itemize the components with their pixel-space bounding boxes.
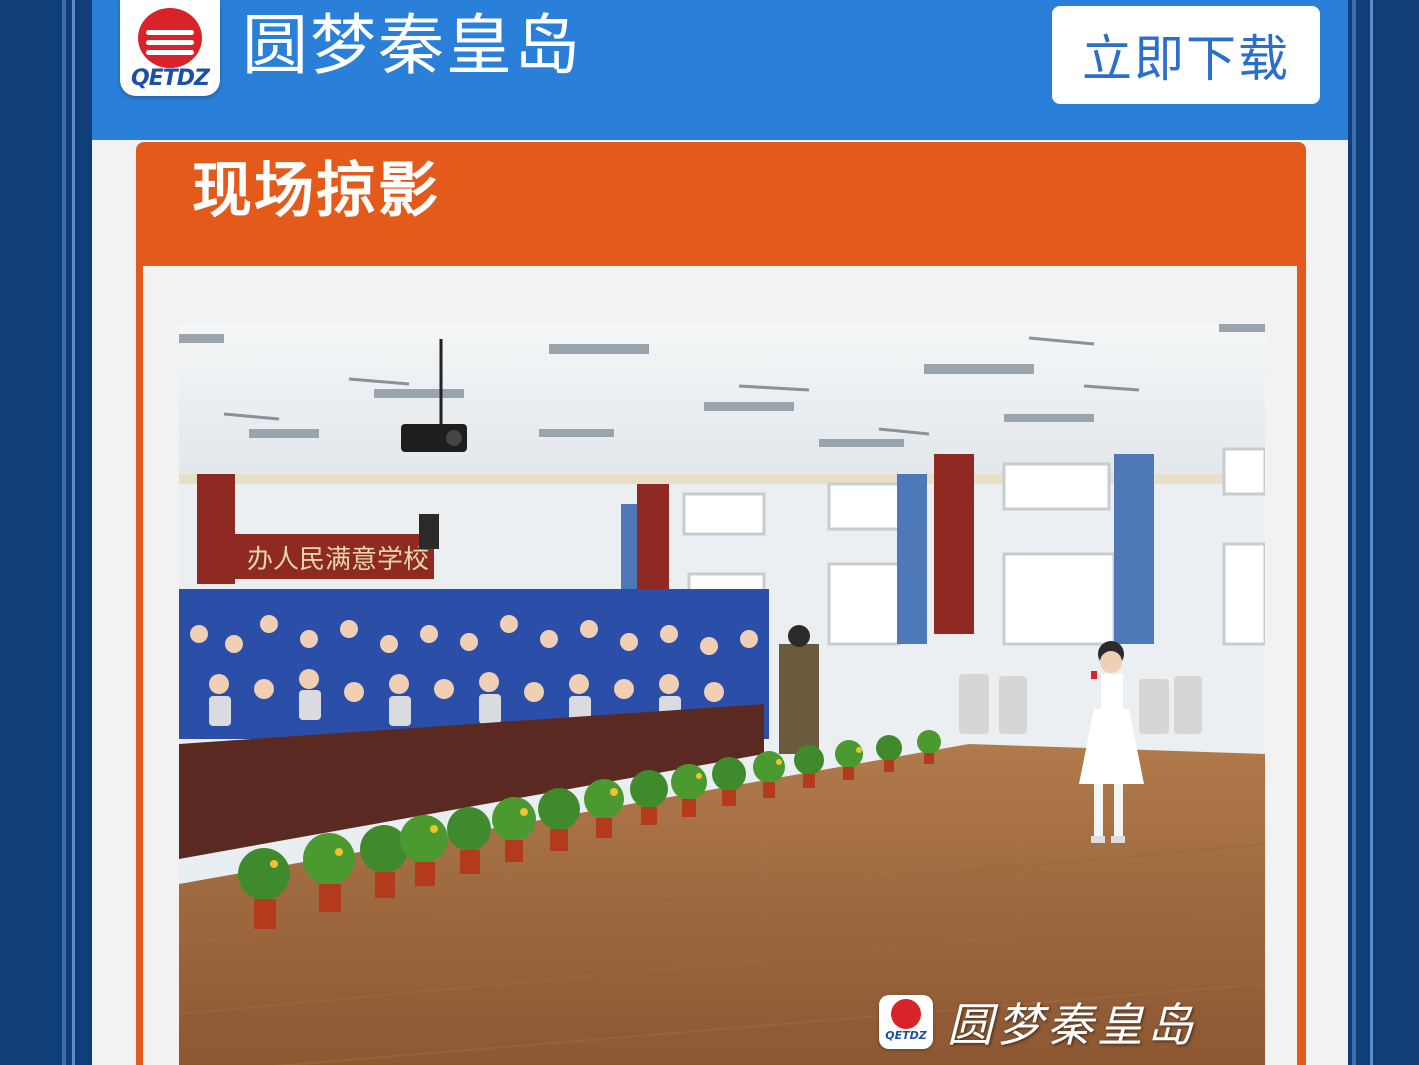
photo-section: 现场掠影 办人民满意学校 QETDZ 圆梦秦皇岛 — [136, 142, 1306, 1065]
watermark-logo-icon: QETDZ — [879, 995, 933, 1049]
watermark-text: 圆梦秦皇岛 — [947, 998, 1197, 1052]
logo-text: QETDZ — [131, 66, 210, 91]
app-header: QETDZ 圆梦秦皇岛 立即下载 — [92, 0, 1348, 140]
section-title: 现场掠影 — [192, 156, 440, 226]
logo-wave-icon — [138, 8, 202, 68]
photo-watermark: QETDZ 圆梦秦皇岛 — [879, 992, 1197, 1052]
section-body: 办人民满意学校 QETDZ 圆梦秦皇岛 — [143, 266, 1297, 1065]
frame-edge-right — [1352, 0, 1356, 1065]
watermark-logo-text: QETDZ — [885, 1029, 927, 1042]
frame-edge-left — [62, 0, 66, 1065]
wall-banner-text: 办人民满意学校 — [247, 545, 429, 575]
frame-edge-left-inner — [72, 0, 75, 1065]
app-frame: QETDZ 圆梦秦皇岛 立即下载 现场掠影 办人民满意学校 QETDZ 圆梦秦皇… — [92, 0, 1348, 1065]
frame-edge-right-inner — [1370, 0, 1373, 1065]
event-photo-illustration: 办人民满意学校 — [179, 324, 1265, 1065]
download-button[interactable]: 立即下载 — [1052, 6, 1320, 104]
app-logo[interactable]: QETDZ — [120, 0, 220, 96]
event-photo[interactable]: 办人民满意学校 QETDZ 圆梦秦皇岛 — [179, 324, 1265, 1065]
app-title: 圆梦秦皇岛 — [242, 7, 582, 84]
